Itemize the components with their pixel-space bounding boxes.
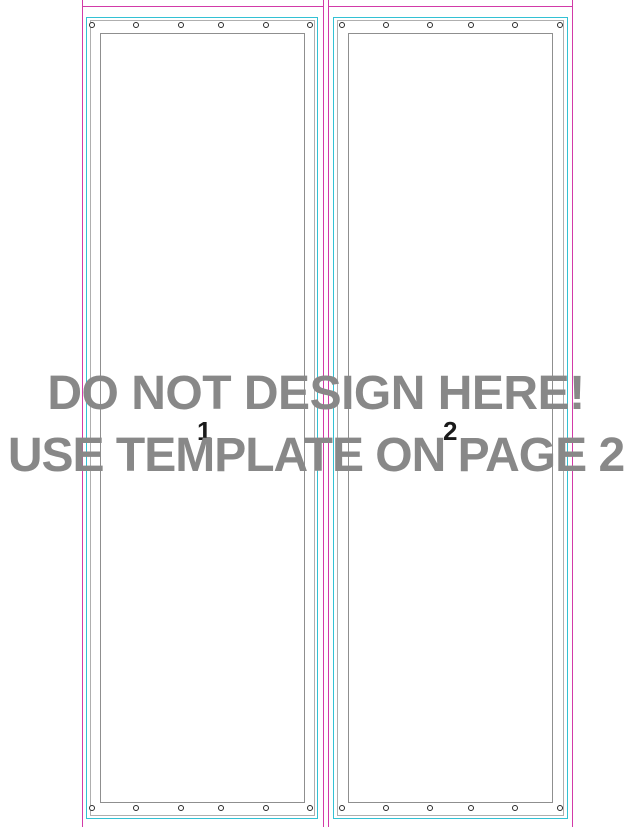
- grommet-icon: [178, 22, 184, 28]
- grommet-icon: [218, 805, 224, 811]
- grommet-icon: [339, 805, 345, 811]
- grommet-icon: [512, 22, 518, 28]
- grommet-icon: [468, 805, 474, 811]
- grommet-icon: [383, 805, 389, 811]
- grommet-icon: [178, 805, 184, 811]
- warning-headline: DO NOT DESIGN HERE!: [47, 367, 585, 420]
- bleed-line-top: [328, 6, 572, 7]
- grommet-icon: [133, 22, 139, 28]
- grommet-icon: [133, 805, 139, 811]
- grommet-icon: [339, 22, 345, 28]
- grommet-icon: [263, 805, 269, 811]
- warning-subline: USE TEMPLATE ON PAGE 2: [7, 429, 625, 482]
- grommet-icon: [557, 22, 563, 28]
- grommet-icon: [557, 805, 563, 811]
- grommet-icon: [218, 22, 224, 28]
- grommet-icon: [89, 805, 95, 811]
- grommet-icon: [307, 805, 313, 811]
- grommet-icon: [468, 22, 474, 28]
- grommet-icon: [427, 22, 433, 28]
- grommet-icon: [512, 805, 518, 811]
- grommet-icon: [427, 805, 433, 811]
- grommet-icon: [383, 22, 389, 28]
- bleed-line-top: [82, 6, 323, 7]
- grommet-icon: [307, 22, 313, 28]
- grommet-icon: [263, 22, 269, 28]
- grommet-icon: [89, 22, 95, 28]
